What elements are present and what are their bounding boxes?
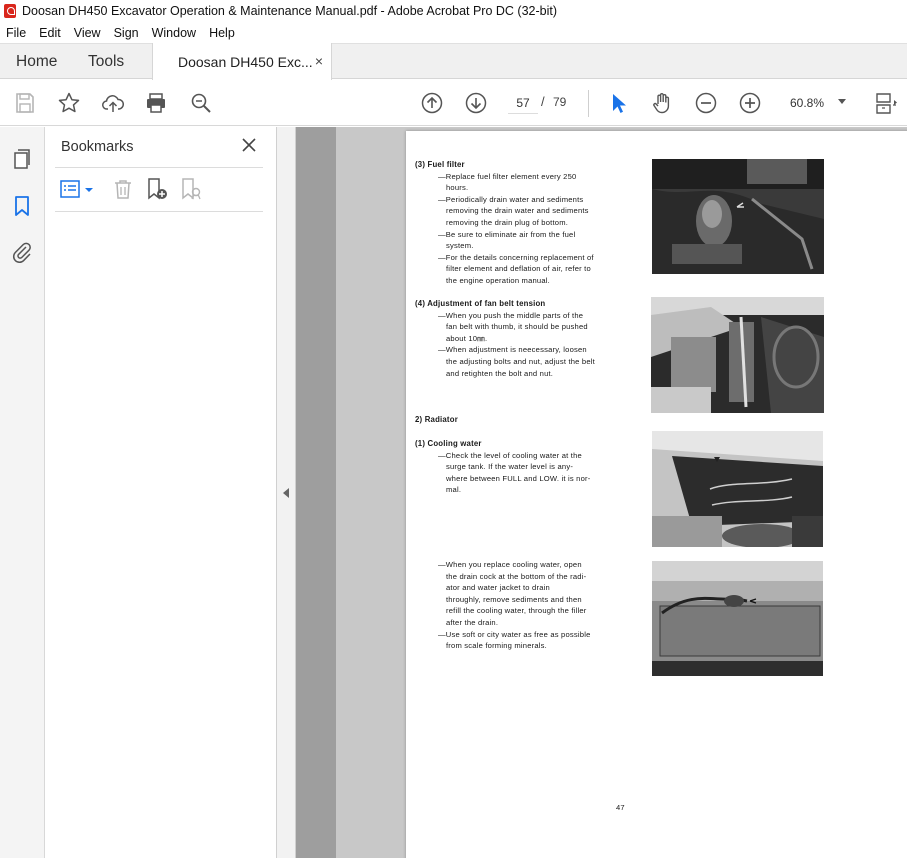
zoom-dropdown-chevron-icon[interactable] xyxy=(838,99,846,104)
doc-text-line: —Check the level of cooling water at the xyxy=(438,450,582,460)
panel-divider xyxy=(55,167,263,168)
panel-toolbar-divider xyxy=(55,211,263,212)
tab-document-label: Doosan DH450 Exc... xyxy=(178,53,313,70)
doc-text-line: filter element and deflation of air, ref… xyxy=(446,264,591,274)
panel-collapse-strip[interactable] xyxy=(277,127,296,858)
collapse-arrow-icon[interactable] xyxy=(283,488,289,498)
toolbar: 57 / 79 60.8% xyxy=(0,80,907,126)
bookmarks-panel: Bookmarks xyxy=(45,127,277,858)
document-viewport[interactable]: (3) Fuel filter —Replace fuel filter ele… xyxy=(296,127,907,858)
page-display-icon[interactable] xyxy=(872,90,898,116)
doc-text-line: about 10㎜. xyxy=(446,333,488,343)
tab-close-icon[interactable]: × xyxy=(315,53,323,69)
close-panel-icon[interactable] xyxy=(241,137,257,153)
zoom-search-icon[interactable] xyxy=(188,90,214,116)
delete-bookmark-icon[interactable] xyxy=(111,177,137,203)
doc-text-line: —When adjustment is neecessary, loosen xyxy=(438,345,587,355)
fan-belt-photo xyxy=(651,297,824,413)
doc-text-line: hours. xyxy=(446,183,469,193)
bookmark-options-icon[interactable] xyxy=(59,177,99,203)
menu-help[interactable]: Help xyxy=(209,26,235,40)
new-bookmark-icon[interactable] xyxy=(145,177,171,203)
title-bar: Doosan DH450 Excavator Operation & Maint… xyxy=(0,0,907,22)
surge-tank-photo xyxy=(652,431,823,547)
tab-bar: Home Tools Doosan DH450 Exc... × xyxy=(0,43,907,80)
fuel-filter-photo xyxy=(652,159,824,274)
section-radiator: 2) Radiator xyxy=(415,414,458,426)
doc-text-line: the drain cock at the bottom of the radi… xyxy=(446,571,587,581)
section-heading: 2) Radiator xyxy=(415,415,458,424)
doc-text-line: mal. xyxy=(446,485,462,495)
acrobat-logo-icon xyxy=(4,4,16,18)
menu-file[interactable]: File xyxy=(6,26,26,40)
previous-page-icon[interactable] xyxy=(419,90,445,116)
doc-text-line: —Be sure to eliminate air from the fuel xyxy=(438,229,576,239)
doc-text-line: removing the drain water and sediments xyxy=(446,206,589,216)
menu-edit[interactable]: Edit xyxy=(39,26,61,40)
pdf-page: (3) Fuel filter —Replace fuel filter ele… xyxy=(406,131,907,858)
section-heading: (4) Adjustment of fan belt tension xyxy=(415,299,546,308)
menu-view[interactable]: View xyxy=(74,26,101,40)
doc-text-line: —For the details concerning replacement … xyxy=(438,252,594,262)
hand-tool-icon[interactable] xyxy=(649,90,675,116)
doc-text-line: ator and water jacket to drain xyxy=(446,583,550,593)
section-cooling-water: (1) Cooling water —Check the level of co… xyxy=(415,438,591,496)
menu-bar: File Edit View Sign Window Help xyxy=(0,22,907,43)
doc-text-line: and retighten the bolt and nut. xyxy=(446,368,554,378)
tab-document[interactable]: Doosan DH450 Exc... × xyxy=(152,43,332,80)
doc-text-line: —Replace fuel filter element every 250 xyxy=(438,171,577,181)
doc-text-line: throughly, remove sediments and then xyxy=(446,594,582,604)
doc-text-line: the engine operation manual. xyxy=(446,275,550,285)
zoom-out-icon[interactable] xyxy=(693,90,719,116)
bookmark-icon[interactable] xyxy=(10,194,34,218)
doc-text-line: —Periodically drain water and sediments xyxy=(438,194,584,204)
page-total: 79 xyxy=(553,95,567,109)
tab-tools[interactable]: Tools xyxy=(88,53,124,71)
tab-home[interactable]: Home xyxy=(16,53,57,71)
doc-text-line: the adjusting bolts and nut, adjust the … xyxy=(446,356,595,366)
section-heading: (3) Fuel filter xyxy=(415,160,465,169)
page-number-input[interactable]: 57 xyxy=(508,92,538,114)
attachment-paperclip-icon[interactable] xyxy=(10,240,34,264)
doc-text-line: where between FULL and LOW. it is nor- xyxy=(446,473,591,483)
save-icon[interactable] xyxy=(12,90,38,116)
doc-text-line: refill the cooling water, through the fi… xyxy=(446,606,587,616)
doc-text-line: system. xyxy=(446,241,474,251)
section-fan-belt: (4) Adjustment of fan belt tension —When… xyxy=(415,298,595,379)
doc-text-line: from scale forming minerals. xyxy=(446,641,547,651)
select-cursor-icon[interactable] xyxy=(605,90,631,116)
doc-text-line: —When you replace cooling water, open xyxy=(438,560,582,569)
page-separator: / xyxy=(541,94,545,109)
section-heading: (1) Cooling water xyxy=(415,439,482,448)
doc-text-line: —When you push the middle parts of the xyxy=(438,310,584,320)
menu-window[interactable]: Window xyxy=(152,26,196,40)
window-title: Doosan DH450 Excavator Operation & Maint… xyxy=(22,4,558,18)
upload-cloud-icon[interactable] xyxy=(100,90,126,116)
doc-text-line: removing the drain plug of bottom. xyxy=(446,217,569,227)
doc-text-line: —Use soft or city water as free as possi… xyxy=(438,629,591,639)
section-fuel-filter: (3) Fuel filter —Replace fuel filter ele… xyxy=(415,159,594,287)
zoom-in-icon[interactable] xyxy=(737,90,763,116)
doc-text-line: fan belt with thumb, it should be pushed xyxy=(446,322,588,332)
bookmarks-panel-title: Bookmarks xyxy=(61,139,134,155)
doc-text-line: surge tank. If the water level is any- xyxy=(446,462,574,472)
toolbar-divider xyxy=(588,90,589,117)
menu-sign[interactable]: Sign xyxy=(114,26,139,40)
bookmark-properties-icon[interactable] xyxy=(179,177,205,203)
page-footer-number: 47 xyxy=(616,803,625,812)
star-icon[interactable] xyxy=(56,90,82,116)
doc-text-line: after the drain. xyxy=(446,617,499,627)
next-page-icon[interactable] xyxy=(463,90,489,116)
section-replace-water: —When you replace cooling water, open th… xyxy=(415,559,591,652)
navigation-rail xyxy=(0,127,45,858)
radiator-drain-photo xyxy=(652,561,823,676)
page-thumbnails-icon[interactable] xyxy=(10,147,34,171)
print-icon[interactable] xyxy=(143,90,169,116)
